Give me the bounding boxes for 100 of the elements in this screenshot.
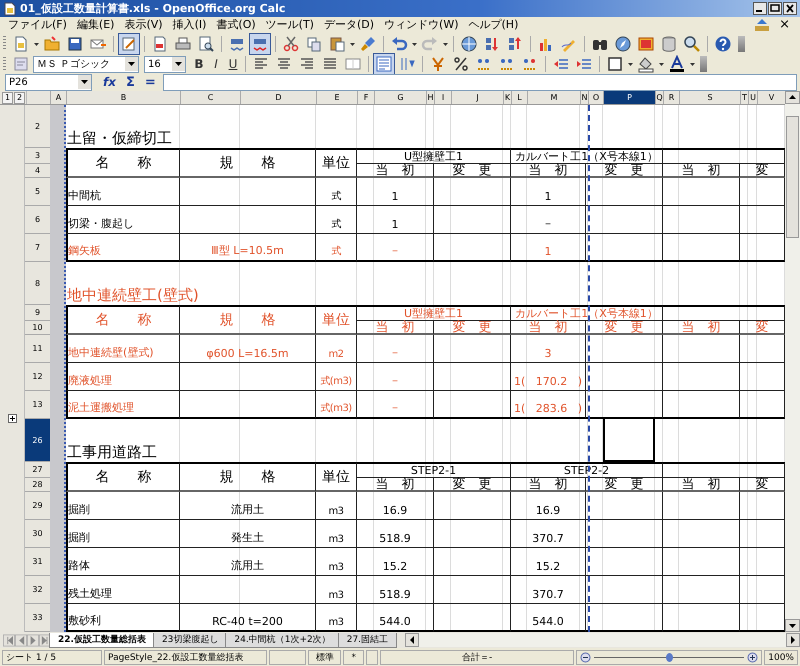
name-box[interactable]: P26 — [5, 74, 92, 90]
close-icon[interactable] — [783, 2, 797, 15]
auto-spellcheck-icon[interactable] — [249, 32, 271, 54]
minimize-icon[interactable] — [753, 2, 767, 15]
zoom-in-icon[interactable] — [747, 652, 758, 662]
font-name-field[interactable]: ＭＳ Ｐゴシック — [33, 56, 139, 72]
wrap-text-icon[interactable] — [373, 53, 395, 75]
row-header[interactable]: 5 — [25, 178, 50, 206]
row-header[interactable]: 3 — [25, 148, 50, 164]
column-header[interactable]: P — [603, 91, 655, 104]
column-header: 名 称 — [66, 148, 180, 178]
menu-item[interactable]: ウィンドウ(W) — [380, 17, 462, 32]
scroll-up-icon[interactable] — [785, 91, 800, 104]
row-header[interactable]: 32 — [25, 576, 50, 604]
column-header[interactable]: E — [316, 91, 357, 104]
row-header[interactable]: 29 — [25, 492, 50, 520]
column-header[interactable]: A — [50, 91, 66, 104]
row-header[interactable]: 9 — [25, 305, 50, 321]
table-cell: 1 — [357, 206, 434, 234]
toolbar-overflow-icon[interactable] — [738, 36, 745, 52]
menu-item[interactable]: ツール(T) — [262, 17, 318, 32]
column-header[interactable]: D — [240, 91, 316, 104]
column-header[interactable]: K — [503, 91, 511, 104]
row-header[interactable]: 10 — [25, 321, 50, 335]
zoom-out-icon[interactable] — [580, 652, 592, 662]
italic-button[interactable]: I — [208, 57, 224, 71]
outline-level-button[interactable]: 2 — [14, 92, 25, 104]
row-header[interactable]: 28 — [25, 478, 50, 492]
column-header[interactable]: S — [679, 91, 740, 104]
row-header[interactable]: 8 — [25, 262, 50, 305]
sheet-tab[interactable]: 22.仮設工数量総括表 — [49, 633, 155, 648]
sum-button[interactable]: Σ — [122, 74, 138, 90]
row-header[interactable]: 12 — [25, 363, 50, 391]
column-header[interactable]: L — [511, 91, 527, 104]
close-document-button[interactable]: × — [773, 17, 796, 32]
menu-item[interactable]: 表示(V) — [120, 17, 167, 32]
column-header[interactable]: H — [426, 91, 434, 104]
sheet-tab[interactable]: 27.固結工 — [338, 633, 398, 648]
sheet-tab[interactable]: 23切梁腹起し — [152, 633, 228, 648]
row-header[interactable]: 11 — [25, 335, 50, 363]
row-header[interactable]: 26 — [25, 419, 50, 462]
table-cell: 式(m3) — [316, 363, 357, 391]
row-header[interactable]: 2 — [25, 105, 50, 148]
expand-icon[interactable] — [8, 414, 17, 423]
column-header[interactable]: J — [451, 91, 503, 104]
column-header[interactable]: N — [580, 91, 588, 104]
table-cell: m2 — [316, 335, 357, 363]
dropdown-icon[interactable] — [78, 75, 91, 89]
column-header[interactable]: M — [527, 91, 580, 104]
column-header[interactable]: Q — [655, 91, 663, 104]
column-header[interactable]: U — [748, 91, 757, 104]
menu-item[interactable]: 書式(O) — [212, 17, 260, 32]
row-header[interactable]: 4 — [25, 164, 50, 178]
row-header[interactable]: 6 — [25, 206, 50, 234]
status-field — [269, 650, 306, 664]
sum-indicator: 合計＝- — [380, 650, 574, 664]
maximize-icon[interactable] — [768, 2, 782, 15]
column-header[interactable]: C — [180, 91, 240, 104]
scroll-left-icon[interactable] — [405, 633, 420, 647]
horizontal-scrollbar[interactable] — [405, 633, 800, 647]
sheet-tab[interactable]: 24.中間杭（1次+2次） — [225, 633, 340, 648]
column-header: 当 初 — [511, 478, 586, 492]
font-size-field[interactable]: 16 — [144, 56, 186, 72]
column-header[interactable]: F — [357, 91, 374, 104]
column-header[interactable]: I — [434, 91, 451, 104]
row-header[interactable]: 30 — [25, 520, 50, 548]
column-header[interactable]: T — [740, 91, 748, 104]
row-header[interactable]: 13 — [25, 391, 50, 419]
menu-item[interactable]: 挿入(I) — [168, 17, 210, 32]
bold-button[interactable]: B — [191, 57, 207, 71]
vertical-scrollbar[interactable] — [785, 91, 800, 632]
table-cell: － — [357, 391, 434, 419]
function-button[interactable]: = — [142, 74, 159, 90]
menu-item[interactable]: ファイル(F) — [4, 17, 71, 32]
underline-button[interactable]: U — [225, 57, 241, 71]
menu-item[interactable]: データ(D) — [320, 17, 378, 32]
scroll-right-icon[interactable] — [786, 633, 800, 647]
row-header[interactable]: 31 — [25, 548, 50, 576]
sheet-indicator: シート 1 / 5 — [2, 650, 102, 664]
row-header[interactable]: 33 — [25, 604, 50, 632]
outline-level-button[interactable]: 1 — [2, 92, 13, 104]
column-header[interactable]: R — [663, 91, 679, 104]
formula-input[interactable] — [162, 74, 797, 90]
scroll-down-icon[interactable] — [785, 619, 800, 632]
table-cell: m3 — [316, 576, 357, 604]
grip-icon[interactable] — [3, 56, 6, 72]
scrollbar-thumb[interactable] — [786, 116, 799, 238]
update-icon[interactable] — [753, 18, 772, 32]
table-cell: 鋼矢板 — [66, 234, 180, 262]
grip-icon[interactable] — [3, 36, 6, 51]
function-wizard-button[interactable]: fx — [100, 75, 119, 89]
dropdown-icon[interactable] — [125, 57, 138, 71]
row-header[interactable]: 7 — [25, 234, 50, 262]
column-header[interactable]: G — [374, 91, 426, 104]
column-header[interactable]: B — [66, 91, 180, 104]
row-header[interactable]: 27 — [25, 462, 50, 478]
menu-item[interactable]: 編集(E) — [72, 17, 118, 32]
edit-file-icon[interactable] — [118, 32, 140, 54]
menu-item[interactable]: ヘルプ(H) — [464, 17, 522, 32]
dropdown-icon[interactable] — [172, 57, 185, 71]
